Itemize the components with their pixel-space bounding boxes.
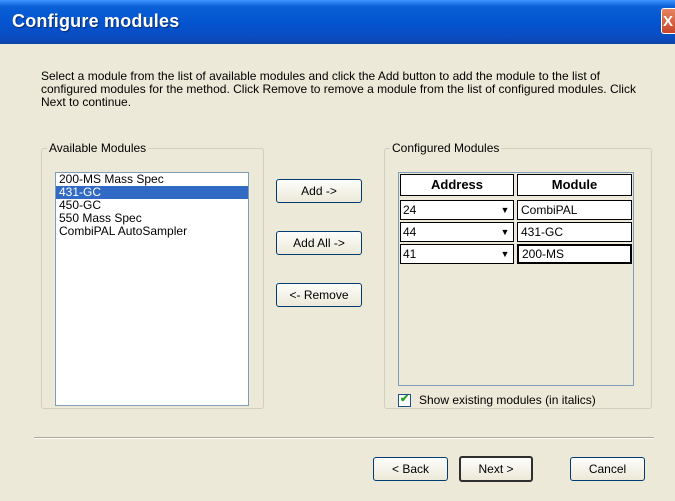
title-bar[interactable]: Configure modules X [0, 0, 675, 44]
checkmark-icon: ✔ [400, 392, 410, 405]
close-icon: X [662, 13, 673, 30]
remove-button[interactable]: <- Remove [276, 283, 362, 307]
dialog-separator [34, 437, 654, 439]
chevron-down-icon[interactable]: ▼ [498, 202, 512, 218]
module-cell[interactable]: 431-GC [517, 222, 632, 242]
add-button[interactable]: Add -> [276, 179, 362, 203]
address-cell[interactable]: 24 ▼ [400, 200, 514, 220]
available-modules-list[interactable]: 200-MS Mass Spec 431-GC 450-GC 550 Mass … [55, 172, 249, 406]
grid-header: Address Module [400, 174, 632, 196]
address-cell[interactable]: 44 ▼ [400, 222, 514, 242]
close-button[interactable]: X [661, 8, 675, 34]
address-cell[interactable]: 41 ▼ [400, 244, 514, 264]
configure-modules-dialog: Configure modules X Select a module from… [0, 0, 675, 501]
table-row: 44 ▼ 431-GC [400, 222, 632, 242]
address-value: 24 [403, 203, 417, 217]
configured-modules-label: Configured Modules [392, 141, 500, 155]
table-row: 41 ▼ 200-MS [400, 244, 632, 264]
configured-modules-grid[interactable]: Address Module 24 ▼ CombiPAL 44 ▼ 431-GC [398, 172, 634, 386]
address-value: 44 [403, 225, 417, 239]
cancel-button[interactable]: Cancel [570, 457, 645, 481]
show-existing-checkbox[interactable]: ✔ [398, 392, 411, 407]
window-title: Configure modules [12, 11, 180, 31]
show-existing-label: Show existing modules (in italics) [419, 393, 596, 407]
module-cell[interactable]: CombiPAL [517, 200, 632, 220]
address-column-header[interactable]: Address [400, 174, 514, 196]
chevron-down-icon[interactable]: ▼ [498, 224, 512, 240]
module-cell-active[interactable]: 200-MS [517, 244, 632, 264]
configured-modules-group: Configured Modules Address Module 24 ▼ C… [384, 141, 652, 409]
back-button[interactable]: < Back [373, 457, 448, 481]
module-column-header[interactable]: Module [517, 174, 632, 196]
available-modules-group: Available Modules 200-MS Mass Spec 431-G… [41, 141, 264, 409]
table-row: 24 ▼ CombiPAL [400, 200, 632, 220]
add-all-button[interactable]: Add All -> [276, 231, 362, 255]
show-existing-option[interactable]: ✔ Show existing modules (in italics) [398, 393, 596, 407]
available-modules-label: Available Modules [49, 141, 147, 155]
address-value: 41 [403, 247, 417, 261]
list-item[interactable]: CombiPAL AutoSampler [56, 225, 248, 238]
next-button[interactable]: Next > [459, 456, 533, 482]
instructions-text: Select a module from the list of availab… [41, 69, 636, 109]
chevron-down-icon[interactable]: ▼ [498, 246, 512, 262]
